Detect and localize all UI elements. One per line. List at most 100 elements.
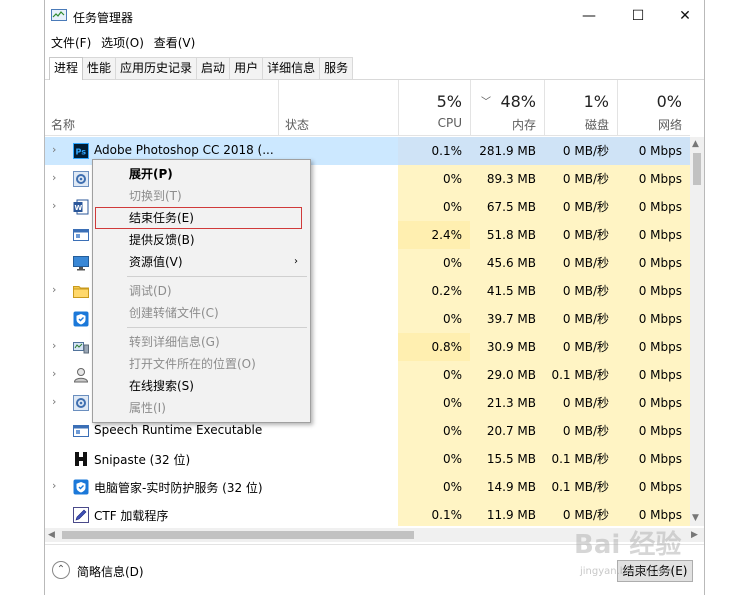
expand-chevron-icon[interactable]: ›: [52, 143, 56, 156]
column-name[interactable]: 名称: [45, 80, 278, 136]
gear-icon: [73, 171, 89, 187]
network-cell: 0 Mbps: [617, 165, 690, 193]
menu-options[interactable]: 选项(O): [101, 34, 144, 51]
cpu-cell: 0%: [398, 165, 470, 193]
disk-cell: 0 MB/秒: [544, 165, 617, 193]
context-menu-item[interactable]: 展开(P): [95, 163, 308, 185]
tab-performance[interactable]: 性能: [82, 57, 117, 79]
column-disk[interactable]: 1% 磁盘: [544, 80, 617, 136]
horizontal-scroll-thumb[interactable]: [62, 531, 414, 539]
monitor-icon: [73, 256, 89, 271]
expand-chevron-icon[interactable]: ›: [52, 339, 56, 352]
expand-chevron-icon[interactable]: ›: [52, 395, 56, 408]
memory-cell: 29.0 MB: [470, 361, 544, 389]
context-menu-item-label: 创建转储文件(C): [129, 306, 219, 320]
context-menu-item-label: 切换到(T): [129, 189, 182, 203]
vertical-scrollbar[interactable]: ▲ ▼: [690, 137, 704, 526]
scroll-up-icon[interactable]: ▲: [692, 139, 699, 149]
tab-users[interactable]: 用户: [229, 57, 264, 79]
minimize-button[interactable]: —: [566, 0, 612, 33]
disk-cell: 0 MB/秒: [544, 305, 617, 333]
memory-cell: 30.9 MB: [470, 333, 544, 361]
expand-chevron-icon[interactable]: ›: [52, 171, 56, 184]
menu-file[interactable]: 文件(F): [51, 34, 91, 51]
cpu-cell: 0%: [398, 305, 470, 333]
title-bar: 任务管理器 — ☐ ✕: [45, 0, 704, 33]
column-network[interactable]: 0% 网络: [617, 80, 690, 136]
column-memory-label: 内存: [511, 118, 536, 132]
process-row[interactable]: Snipaste (32 位) 0% 15.5 MB 0.1 MB/秒 0 Mbps: [45, 445, 690, 473]
context-menu-item: 创建转储文件(C): [95, 302, 308, 324]
process-row[interactable]: › 电脑管家-实时防护服务 (32 位) 0% 14.9 MB 0.1 MB/秒 0 Mb…: [45, 473, 690, 501]
column-status[interactable]: 状态: [278, 80, 398, 136]
context-menu-item-label: 转到详细信息(G): [129, 335, 220, 349]
memory-cell: 15.5 MB: [470, 445, 544, 473]
context-menu-item[interactable]: 资源值(V) ›: [95, 251, 308, 273]
cpu-cell: 0.2%: [398, 277, 470, 305]
context-menu-item-label: 提供反馈(B): [129, 233, 195, 247]
expand-chevron-icon[interactable]: ›: [52, 479, 56, 492]
column-cpu-label: CPU: [437, 116, 462, 130]
tab-details[interactable]: 详细信息: [262, 57, 321, 79]
svg-text:Ps: Ps: [76, 148, 87, 157]
column-memory[interactable]: ﹀ 48% 内存: [470, 80, 544, 136]
memory-total: 48%: [500, 92, 536, 111]
network-cell: 0 Mbps: [617, 221, 690, 249]
memory-cell: 89.3 MB: [470, 165, 544, 193]
scroll-left-icon[interactable]: ◀: [48, 528, 55, 542]
task-manager-icon: [51, 9, 67, 21]
folder-icon: [73, 286, 89, 298]
process-row[interactable]: CTF 加载程序 0.1% 11.9 MB 0 MB/秒 0 Mbps: [45, 501, 690, 526]
expand-chevron-icon[interactable]: ›: [52, 199, 56, 212]
window-icon: [73, 425, 89, 437]
context-menu-item[interactable]: 提供反馈(B): [95, 229, 308, 251]
pen-icon: [73, 507, 89, 523]
column-cpu[interactable]: 5% CPU: [398, 80, 470, 136]
scroll-down-icon[interactable]: ▼: [692, 513, 699, 523]
network-cell: 0 Mbps: [617, 193, 690, 221]
memory-cell: 41.5 MB: [470, 277, 544, 305]
fewer-details-link[interactable]: 简略信息(D): [77, 563, 144, 580]
submenu-arrow-icon: ›: [294, 256, 298, 267]
disk-cell: 0.1 MB/秒: [544, 361, 617, 389]
photoshop-icon: Ps: [73, 143, 89, 159]
context-menu-item-label: 结束任务(E): [129, 211, 194, 225]
vertical-scroll-thumb[interactable]: [693, 153, 701, 185]
context-menu-item[interactable]: 结束任务(E): [95, 207, 302, 229]
disk-cell: 0 MB/秒: [544, 193, 617, 221]
memory-cell: 21.3 MB: [470, 389, 544, 417]
memory-cell: 20.7 MB: [470, 417, 544, 445]
cpu-cell: 0.1%: [398, 137, 470, 165]
tab-startup[interactable]: 启动: [196, 57, 231, 79]
expand-chevron-icon[interactable]: ›: [52, 367, 56, 380]
context-menu-item[interactable]: 在线搜索(S): [95, 375, 308, 397]
close-button[interactable]: ✕: [662, 0, 708, 33]
tab-services[interactable]: 服务: [319, 57, 354, 79]
expand-chevron-icon[interactable]: ›: [52, 283, 56, 296]
watermark-logo: Bai 经验: [574, 530, 682, 560]
sort-descending-icon: ﹀: [481, 97, 491, 108]
tab-processes[interactable]: 进程: [49, 57, 84, 80]
fewer-details-icon[interactable]: ⌃: [52, 561, 70, 579]
process-name: Adobe Photoshop CC 2018 (...: [94, 143, 274, 157]
scroll-right-icon[interactable]: ▶: [691, 528, 698, 542]
cpu-cell: 0.8%: [398, 333, 470, 361]
disk-cell: 0 MB/秒: [544, 277, 617, 305]
memory-cell: 14.9 MB: [470, 473, 544, 501]
shield-icon: [73, 311, 89, 327]
cpu-cell: 0%: [398, 417, 470, 445]
tab-app-history[interactable]: 应用历史记录: [115, 57, 198, 79]
network-cell: 0 Mbps: [617, 249, 690, 277]
context-menu-item: 切换到(T): [95, 185, 308, 207]
network-cell: 0 Mbps: [617, 473, 690, 501]
network-icon: [73, 342, 89, 354]
memory-cell: 39.7 MB: [470, 305, 544, 333]
memory-cell: 51.8 MB: [470, 221, 544, 249]
network-cell: 0 Mbps: [617, 333, 690, 361]
maximize-button[interactable]: ☐: [615, 0, 661, 33]
disk-cell: 0 MB/秒: [544, 417, 617, 445]
context-menu-item-label: 在线搜索(S): [129, 379, 194, 393]
context-menu-item-label: 资源值(V): [129, 255, 183, 269]
menu-view[interactable]: 查看(V): [154, 34, 196, 51]
memory-cell: 281.9 MB: [470, 137, 544, 165]
